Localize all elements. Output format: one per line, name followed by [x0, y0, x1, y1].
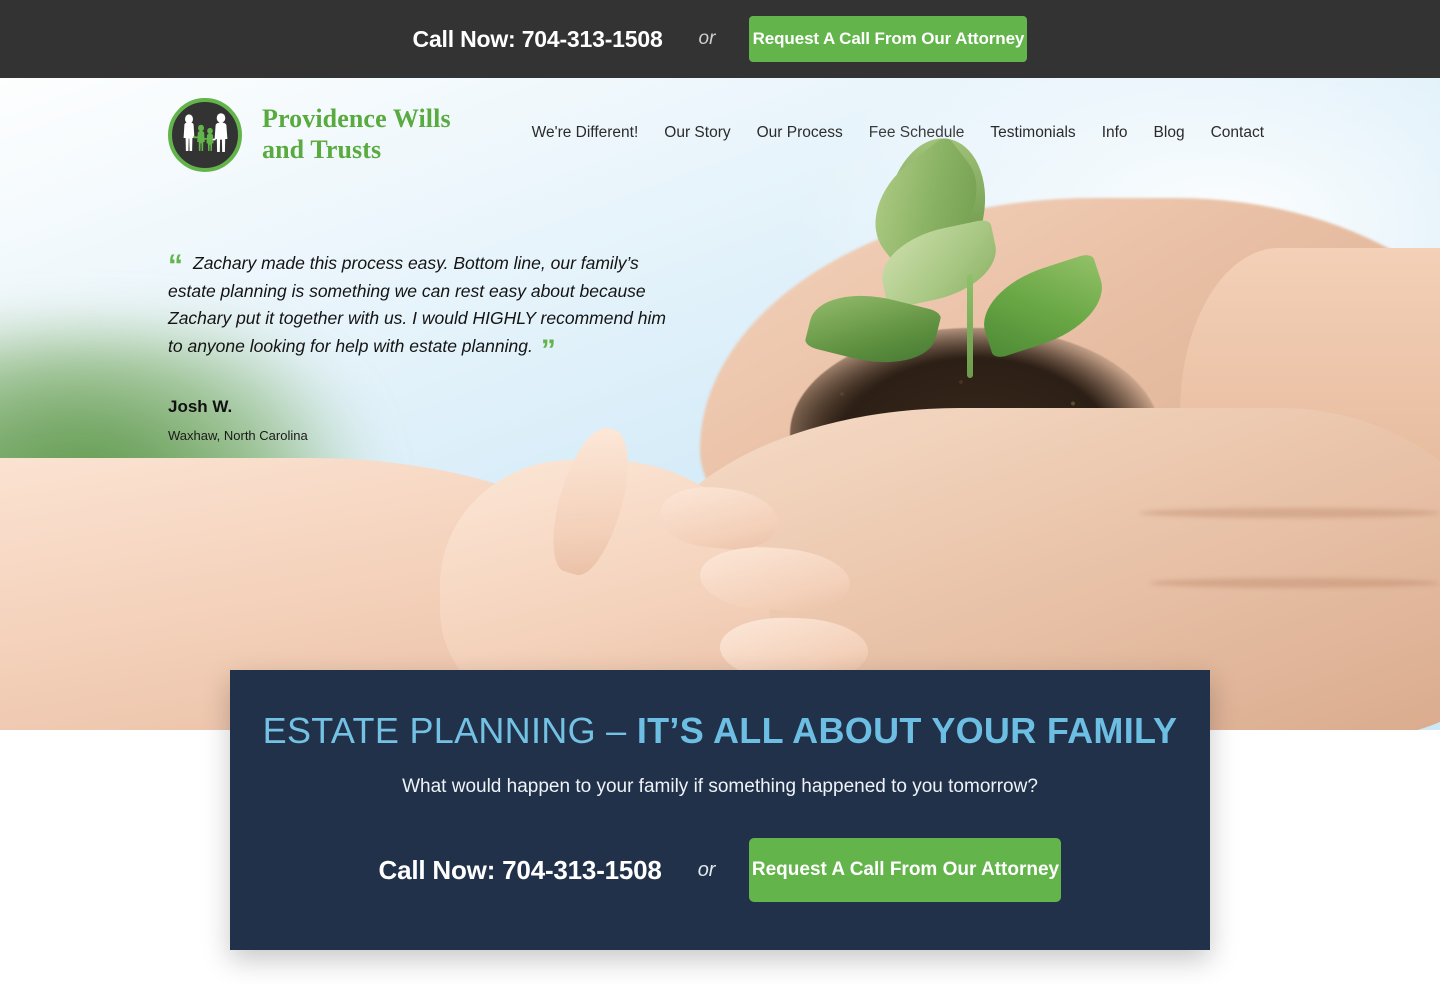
- cta-or-label: or: [697, 858, 716, 881]
- topbar-phone-label[interactable]: Call Now: 704-313-1508: [413, 26, 663, 53]
- cta-panel: ESTATE PLANNING – IT’S ALL ABOUT YOUR FA…: [230, 670, 1210, 950]
- cta-phone-label[interactable]: Call Now: 704-313-1508: [379, 855, 662, 886]
- cta-heading-bold-part: IT’S ALL ABOUT YOUR FAMILY: [636, 710, 1178, 751]
- adult-finger-crease-2: [1150, 578, 1440, 588]
- cta-heading-light-part: ESTATE PLANNING –: [262, 710, 637, 751]
- main-navigation: We're Different! Our Story Our Process F…: [532, 124, 1264, 142]
- logo-text-line2: and Trusts: [262, 135, 382, 164]
- testimonial-quote-text: Zachary made this process easy. Bottom l…: [168, 253, 667, 356]
- hero-testimonial: “Zachary made this process easy. Bottom …: [168, 250, 668, 443]
- cta-action-row: Call Now: 704-313-1508 or Request A Call…: [230, 838, 1210, 902]
- cta-heading: ESTATE PLANNING – IT’S ALL ABOUT YOUR FA…: [230, 710, 1210, 752]
- testimonial-author: Josh W.: [168, 396, 233, 416]
- topbar-request-call-button[interactable]: Request A Call From Our Attorney: [749, 16, 1028, 62]
- cta-request-call-button[interactable]: Request A Call From Our Attorney: [749, 838, 1062, 902]
- logo-text-line1: Providence Wills: [262, 104, 451, 134]
- nav-item-testimonials[interactable]: Testimonials: [990, 124, 1075, 142]
- page-root: Call Now: 704-313-1508 or Request A Call…: [0, 0, 1440, 984]
- nav-item-our-story[interactable]: Our Story: [664, 124, 730, 142]
- nav-item-contact[interactable]: Contact: [1211, 124, 1264, 142]
- site-header: Providence Wills and Trusts We're Differ…: [0, 78, 1440, 196]
- seedling-stem: [967, 274, 973, 378]
- nav-item-our-process[interactable]: Our Process: [757, 124, 843, 142]
- adult-finger-crease-1: [1140, 508, 1440, 518]
- logo-text: Providence Wills and Trusts: [262, 104, 451, 165]
- nav-item-were-different[interactable]: We're Different!: [532, 124, 639, 142]
- topbar-or-label: or: [698, 28, 716, 49]
- cta-subheading: What would happen to your family if some…: [402, 776, 1038, 797]
- nav-item-fee-schedule[interactable]: Fee Schedule: [869, 124, 965, 142]
- testimonial-quote: “Zachary made this process easy. Bottom …: [168, 249, 668, 366]
- site-logo[interactable]: Providence Wills and Trusts: [168, 98, 451, 172]
- family-silhouette-icon: [168, 98, 242, 172]
- quote-open-icon: “: [168, 249, 183, 282]
- testimonial-location: Waxhaw, North Carolina: [168, 427, 308, 443]
- nav-item-info[interactable]: Info: [1102, 124, 1128, 142]
- top-call-bar: Call Now: 704-313-1508 or Request A Call…: [0, 0, 1440, 78]
- quote-close-icon: ”: [540, 333, 556, 367]
- nav-item-blog[interactable]: Blog: [1154, 124, 1185, 142]
